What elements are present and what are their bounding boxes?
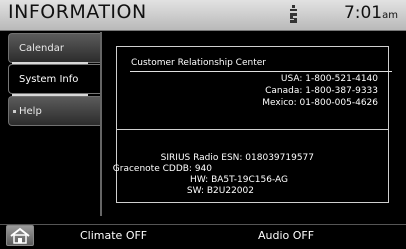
phone-canada: Canada: 1-800-387-9333 [265,86,378,96]
clock-time: 7:01 [343,3,383,23]
tab-calendar[interactable]: Calendar [8,33,100,63]
hardware-version: HW: BA5T-19C156-AG [190,175,288,185]
home-button[interactable] [6,225,34,246]
tab-calendar-label: Calendar [19,43,64,54]
title-bar: INFORMATION 7:01am [0,0,406,31]
phone-usa: USA: 1-800-521-4140 [280,74,378,84]
home-icon [10,227,30,244]
page-title: INFORMATION [8,1,147,23]
screen: INFORMATION 7:01am Calendar System Info … [0,0,406,248]
signal-indicator-icon [290,5,297,23]
heading-underline [130,71,392,72]
gracenote-cddb: Gracenote CDDB: 940 [112,164,212,174]
tab-indicator-dot [13,110,16,113]
clock: 7:01am [344,3,398,23]
customer-center-heading: Customer Relationship Center [131,58,266,68]
climate-button[interactable]: Climate OFF [80,229,147,242]
software-version: SW: B2U22002 [186,186,254,196]
phone-mexico: Mexico: 01-800-005-4626 [262,98,378,108]
clock-ampm: am [382,10,398,21]
sirius-esn: SIRIUS Radio ESN: 018039719577 [160,153,314,163]
audio-button[interactable]: Audio OFF [258,229,314,242]
tab-system-info-label: System Info [19,74,79,85]
tab-help-label: Help [19,106,42,117]
bottom-bar [0,224,406,248]
tab-system-info[interactable]: System Info [8,64,100,94]
tab-help[interactable]: Help [8,96,100,126]
